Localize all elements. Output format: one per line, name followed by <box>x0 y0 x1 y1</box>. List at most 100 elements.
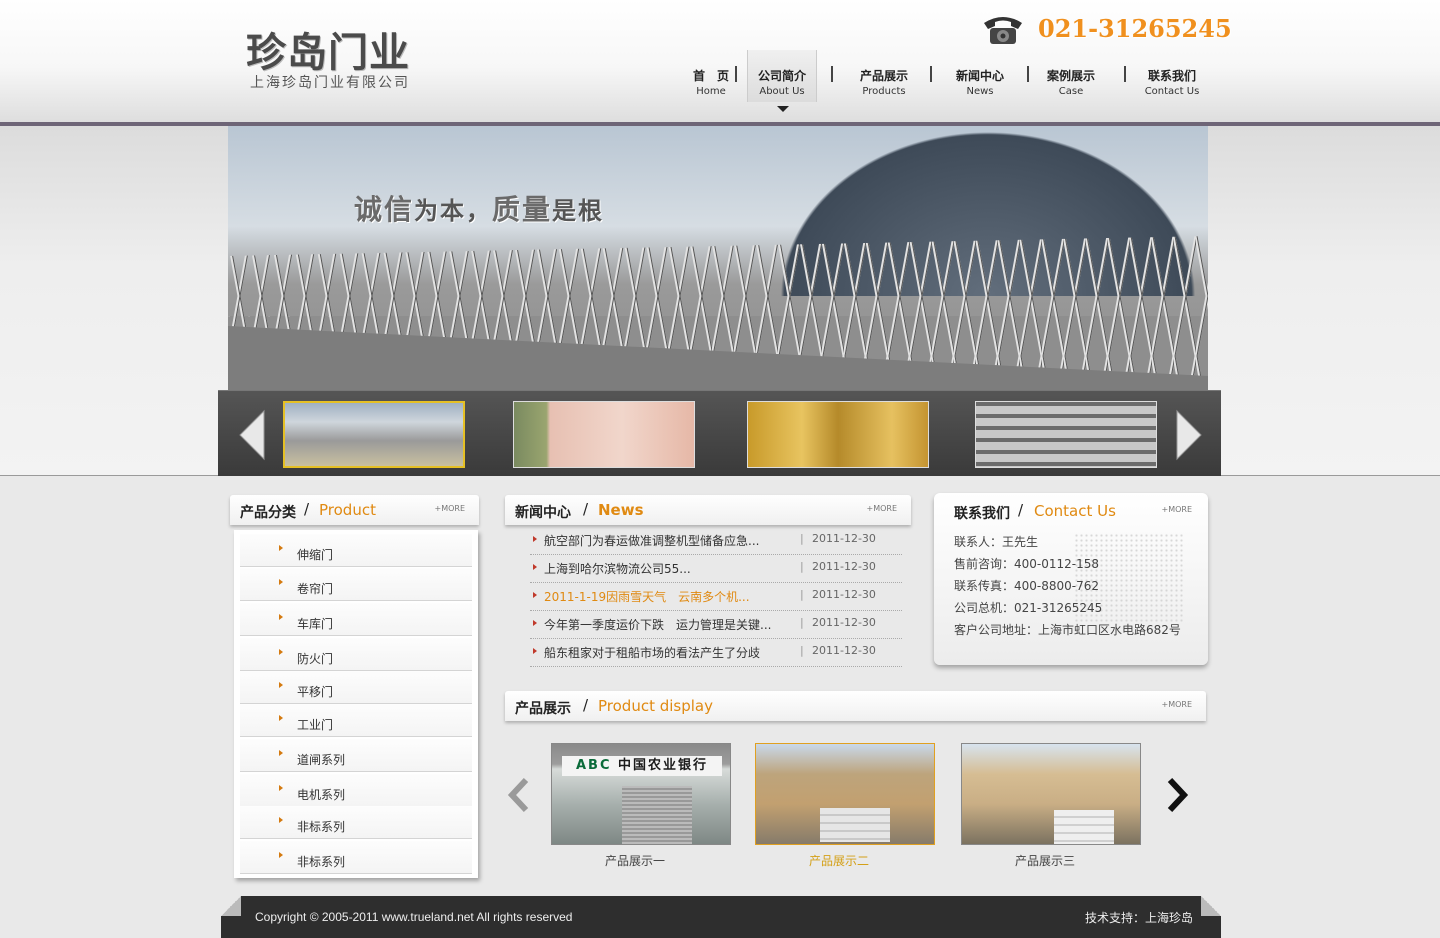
site-header: 珍岛门业 上海珍岛门业有限公司 021-31265245 首 页 Home 公司… <box>0 0 1440 126</box>
banner-thumbnail[interactable] <box>283 401 465 468</box>
category-item-label: 工业门 <box>297 718 334 732</box>
title-divider: / <box>583 500 589 518</box>
footer-corner-decoration <box>221 896 241 916</box>
banner-thumbnail[interactable] <box>975 401 1157 468</box>
nav-about-sublabel: About Us <box>759 86 805 97</box>
nav-case-sublabel: Case <box>1058 86 1084 97</box>
bullet-arrow-icon <box>533 648 537 654</box>
category-item[interactable]: 车库门 <box>240 603 472 636</box>
prev-slide-arrow-icon[interactable] <box>236 409 268 461</box>
product-category-more-link[interactable]: +MORE <box>434 504 465 513</box>
contact-presales: 售前咨询：400-0112-158 <box>954 557 1100 571</box>
product-image[interactable] <box>755 743 935 845</box>
telephone-icon <box>984 17 1022 44</box>
news-title: 新闻中心 <box>515 505 571 521</box>
nav-divider <box>930 66 932 82</box>
nav-news-label: 新闻中心 <box>955 69 1004 83</box>
product-prev-arrow-icon[interactable] <box>506 776 532 814</box>
contact-panel: 联系我们 / Contact Us +MORE 联系人：王先生 售前咨询：400… <box>934 493 1208 665</box>
bullet-arrow-icon <box>533 620 537 626</box>
category-item-label: 卷帘门 <box>297 582 334 596</box>
news-item-title[interactable]: 上海到哈尔滨物流公司55... <box>544 560 691 577</box>
bullet-arrow-icon <box>279 614 283 620</box>
category-item[interactable]: 伸缩门 <box>240 534 472 567</box>
next-slide-arrow-icon[interactable] <box>1173 409 1205 461</box>
category-item[interactable]: 卷帘门 <box>240 568 472 601</box>
garage-door-image <box>1054 810 1114 844</box>
category-item[interactable]: 平移门 <box>240 671 472 704</box>
product-caption[interactable]: 产品展示一 <box>545 852 725 869</box>
nav-about[interactable]: 公司简介 About Us <box>747 50 817 102</box>
nav-home-label: 首 页 <box>692 69 729 83</box>
nav-home[interactable]: 首 页 Home <box>680 50 742 102</box>
garage-door-image <box>820 808 890 842</box>
news-item-title[interactable]: 今年第一季度运价下跌 运力管理是关键... <box>544 616 771 633</box>
category-item[interactable]: 非标系列 <box>240 806 472 839</box>
nav-divider <box>831 66 833 82</box>
nav-case-label: 案例展示 <box>1046 69 1095 83</box>
nav-divider <box>735 66 737 82</box>
news-item: 今年第一季度运价下跌 运力管理是关键... 2011-12-30 <box>530 611 902 639</box>
hero-banner: 诚信为本，质量是根 <box>228 126 1208 390</box>
category-item[interactable]: 非标系列 <box>240 841 472 874</box>
news-more-link[interactable]: +MORE <box>866 504 897 513</box>
news-item-date: 2011-12-30 <box>800 644 876 657</box>
category-item[interactable]: 工业门 <box>240 704 472 737</box>
category-item-label: 电机系列 <box>297 788 346 802</box>
category-item-label: 非标系列 <box>297 855 346 869</box>
phone-number: 021-31265245 <box>1038 14 1232 43</box>
contact-address: 客户公司地址：上海市虹口区水电路682号 <box>954 623 1181 637</box>
contact-fax: 联系传真：400-8800-762 <box>954 579 1100 593</box>
bullet-arrow-icon <box>533 592 537 598</box>
bullet-arrow-icon <box>279 649 283 655</box>
nav-products-label: 产品展示 <box>859 69 908 83</box>
news-item-date: 2011-12-30 <box>800 532 876 545</box>
news-item-title[interactable]: 船东租家对于租船市场的看法产生了分歧 <box>544 644 760 661</box>
category-item[interactable]: 道闸系列 <box>240 739 472 772</box>
banner-thumbnail[interactable] <box>747 401 929 468</box>
category-item-label: 平移门 <box>297 685 334 699</box>
nav-products[interactable]: 产品展示 Products <box>844 50 924 102</box>
slogan-part-3: 质量 <box>492 193 553 226</box>
bank-sign-name: 中国农业银行 <box>618 758 709 773</box>
product-display-more-link[interactable]: +MORE <box>1161 700 1192 709</box>
bullet-arrow-icon <box>279 817 283 823</box>
product-image[interactable] <box>961 743 1141 845</box>
slogan-part-2: 为本， <box>414 197 493 225</box>
banner-thumbnail-strip <box>218 390 1221 476</box>
nav-divider <box>1124 66 1126 82</box>
news-item: 2011-1-19因雨雪天气 云南多个机... 2011-12-30 <box>530 583 902 611</box>
nav-case[interactable]: 案例展示 Case <box>1031 50 1111 102</box>
news-title-en: News <box>598 501 644 519</box>
news-item-title[interactable]: 2011-1-19因雨雪天气 云南多个机... <box>544 588 750 605</box>
site-footer: Copyright © 2005-2011 www.trueland.net A… <box>221 896 1221 938</box>
product-image[interactable]: ABC 中国农业银行 <box>551 743 731 845</box>
product-caption[interactable]: 产品展示二 <box>749 852 929 869</box>
nav-contact[interactable]: 联系我们 Contact Us <box>1132 50 1212 102</box>
nav-about-label: 公司简介 <box>757 69 806 83</box>
news-header: 新闻中心 / News +MORE <box>505 495 911 525</box>
footer-tech-support: 技术支持：上海珍岛 <box>1084 911 1193 925</box>
bullet-arrow-icon <box>533 536 537 542</box>
nav-active-arrow-icon <box>777 106 789 112</box>
product-next-arrow-icon[interactable] <box>1164 776 1190 814</box>
banner-slogan: 诚信为本，质量是根 <box>354 188 604 228</box>
category-item[interactable]: 防火门 <box>240 638 472 671</box>
title-divider: / <box>304 500 310 518</box>
product-display-title: 产品展示 <box>515 701 571 717</box>
contact-more-link[interactable]: +MORE <box>1161 505 1192 514</box>
news-item-date: 2011-12-30 <box>800 616 876 629</box>
bank-sign-abbr: ABC <box>575 758 612 773</box>
product-caption[interactable]: 产品展示三 <box>955 852 1135 869</box>
bullet-arrow-icon <box>279 852 283 858</box>
bullet-arrow-icon <box>279 750 283 756</box>
nav-news[interactable]: 新闻中心 News <box>940 50 1020 102</box>
product-category-title: 产品分类 <box>240 505 296 521</box>
contact-person: 联系人：王先生 <box>954 535 1039 549</box>
bullet-arrow-icon <box>279 579 283 585</box>
banner-thumbnail[interactable] <box>513 401 695 468</box>
category-item[interactable]: 电机系列 <box>240 774 472 807</box>
logo-title[interactable]: 珍岛门业 <box>246 20 410 78</box>
news-item-title[interactable]: 航空部门为春运做准调整机型储备应急... <box>544 532 759 549</box>
category-item-label: 非标系列 <box>297 820 346 834</box>
